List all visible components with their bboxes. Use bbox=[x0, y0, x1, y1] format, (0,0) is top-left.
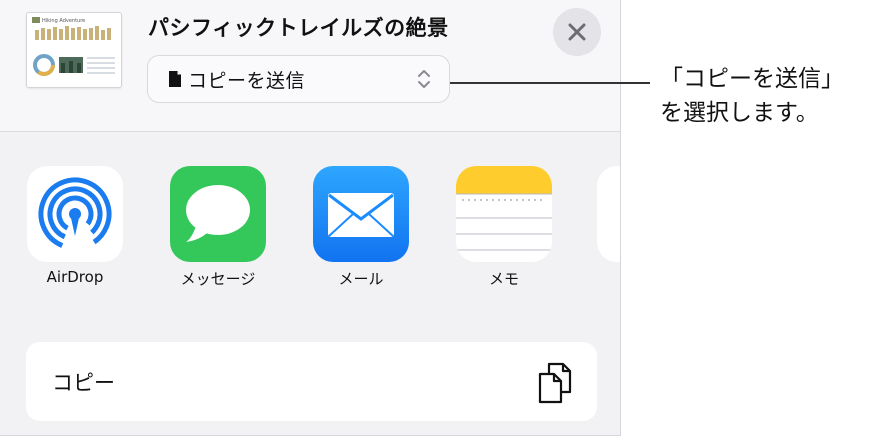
share-sheet-header: Hiking Adventure パシフィックトレイルズの絶景 コピーを送信 bbox=[0, 0, 620, 132]
app-label: AirDrop bbox=[46, 268, 104, 286]
chevron-up-down-icon bbox=[417, 68, 431, 90]
document-icon bbox=[168, 70, 182, 88]
messages-icon bbox=[170, 166, 266, 262]
thumbnail-heading: Hiking Adventure bbox=[42, 18, 85, 24]
copy-action[interactable]: コピー bbox=[26, 342, 597, 421]
app-mail[interactable]: メール bbox=[313, 166, 409, 289]
mail-icon bbox=[313, 166, 409, 262]
send-option-popup[interactable]: コピーを送信 bbox=[147, 55, 450, 103]
app-label: メール bbox=[338, 270, 384, 288]
notes-icon bbox=[456, 166, 552, 262]
close-icon bbox=[568, 23, 586, 41]
document-thumbnail: Hiking Adventure bbox=[26, 12, 122, 88]
app-partial-next[interactable] bbox=[597, 166, 620, 262]
app-messages[interactable]: メッセージ bbox=[170, 166, 266, 289]
callout-text: 「コピーを送信」 を選択します。 bbox=[660, 66, 844, 126]
app-notes[interactable]: メモ bbox=[456, 166, 552, 289]
app-label: メッセージ bbox=[180, 270, 256, 288]
document-title: パシフィックトレイルズの絶景 bbox=[148, 16, 449, 40]
close-button[interactable] bbox=[553, 8, 601, 56]
copy-icon bbox=[537, 362, 573, 404]
copy-label: コピー bbox=[52, 370, 115, 395]
app-airdrop[interactable]: AirDrop bbox=[27, 166, 123, 286]
send-option-label: コピーを送信 bbox=[188, 69, 306, 92]
share-sheet: Hiking Adventure パシフィックトレイルズの絶景 コピーを送信 A… bbox=[0, 0, 621, 436]
callout-line bbox=[450, 82, 650, 84]
airdrop-icon bbox=[27, 166, 123, 262]
app-label: メモ bbox=[488, 270, 519, 288]
